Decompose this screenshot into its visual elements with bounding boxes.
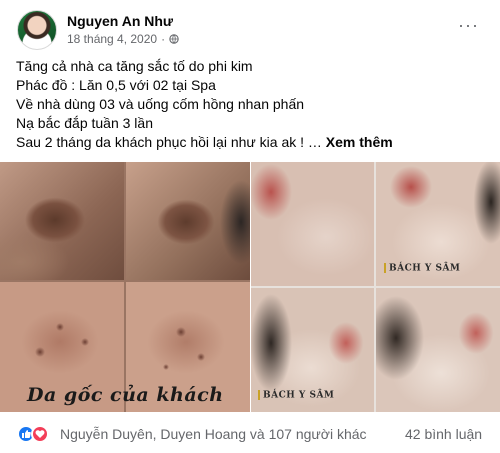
reactors-text[interactable]: Nguyễn Duyên, Duyen Hoang và 107 người k…: [60, 426, 367, 442]
post-line-last: Sau 2 tháng da khách phục hồi lại như ki…: [16, 133, 486, 152]
see-more-link[interactable]: Xem thêm: [326, 134, 393, 150]
meta-separator: ·: [161, 32, 166, 46]
skin-photo-2: [126, 162, 250, 280]
post-line-text: Sau 2 tháng da khách phục hồi lại như ki…: [16, 134, 322, 150]
face-photo-1: [251, 162, 374, 286]
author-avatar[interactable]: [17, 10, 57, 50]
watermark-text: BÁCH Y SÂM: [389, 263, 461, 274]
watermark-logo: BÁCH Y SÂM: [258, 390, 334, 401]
comments-count[interactable]: 42 bình luận: [405, 426, 482, 442]
photo-caption: Da gốc của khách: [27, 384, 224, 406]
globe-icon[interactable]: [169, 34, 179, 44]
face-photo-4: [376, 288, 500, 412]
more-options-icon[interactable]: ···: [458, 16, 479, 34]
post-meta: 18 tháng 4, 2020 ·: [67, 32, 179, 46]
post-line: Phác đồ : Lăn 0,5 với 02 tại Spa: [16, 77, 216, 93]
watermark-text: BÁCH Y SÂM: [263, 390, 335, 401]
post-media[interactable]: Da gốc của khách BÁCH Y SÂM BÁCH Y SÂM: [0, 162, 500, 412]
watermark-logo: BÁCH Y SÂM: [384, 263, 460, 274]
post-header: Nguyen An Như 18 tháng 4, 2020 · ···: [0, 0, 500, 52]
post-text: Tăng cả nhà ca tăng sắc tố do phi kim Ph…: [16, 57, 486, 152]
love-reaction-icon[interactable]: [31, 425, 49, 443]
after-photo-collage[interactable]: BÁCH Y SÂM BÁCH Y SÂM: [251, 162, 500, 412]
post-line: Về nhà dùng 03 và uống cốm hồng nhan phấ…: [16, 96, 305, 112]
post-footer: Nguyễn Duyên, Duyen Hoang và 107 người k…: [0, 418, 500, 453]
post-line: Tăng cả nhà ca tăng sắc tố do phi kim: [16, 58, 253, 74]
post-line: Nạ bắc đắp tuần 3 lần: [16, 115, 153, 131]
before-photo-collage[interactable]: Da gốc của khách: [0, 162, 250, 412]
skin-photo-1: [0, 162, 124, 280]
post-date[interactable]: 18 tháng 4, 2020: [67, 32, 157, 46]
author-name[interactable]: Nguyen An Như: [67, 13, 173, 29]
